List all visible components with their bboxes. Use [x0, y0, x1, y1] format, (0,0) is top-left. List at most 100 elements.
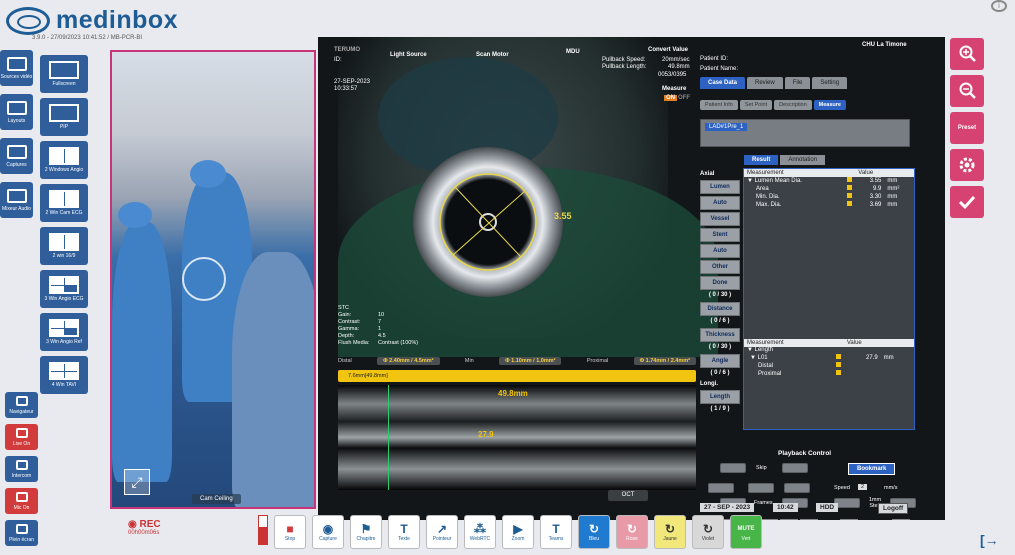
pullback-ruler[interactable]: 7.6mm[49.8mm]: [338, 370, 696, 382]
color-pink-button[interactable]: ↻ Rose: [616, 515, 648, 549]
angle-button[interactable]: Angle: [700, 354, 740, 368]
layout-2-win-cam-ecg[interactable]: 2 Win Cam ECG: [40, 184, 88, 222]
dual-view-icon[interactable]: ▭: [780, 519, 798, 520]
tab-annotation[interactable]: Annotation: [780, 155, 826, 165]
snapshot-camera-icon[interactable]: ◙: [840, 519, 858, 520]
layout-3-win-angio-ref[interactable]: 3 Win Angio Ref: [40, 313, 88, 351]
stent-button[interactable]: Stent: [700, 228, 740, 242]
tab-result[interactable]: Result: [744, 155, 779, 165]
proximal-label: Proximal: [586, 358, 609, 364]
measure-on-toggle[interactable]: ON: [664, 95, 677, 101]
subtab-measure[interactable]: Measure: [813, 100, 846, 110]
table-row[interactable]: Proximal: [744, 370, 914, 378]
table-row[interactable]: ▼ Lumen Mean Dia. 3.55 mm: [744, 177, 914, 185]
table-row[interactable]: ▼ Length: [744, 347, 914, 354]
subtab-description[interactable]: Description: [774, 100, 812, 110]
distance-button[interactable]: Distance: [700, 302, 740, 316]
logoff-button[interactable]: Logoff: [878, 503, 909, 514]
zoom-in-button[interactable]: [950, 38, 984, 70]
expand-icon[interactable]: ⤢: [124, 469, 150, 495]
subtab-set-point[interactable]: Set Point: [739, 100, 773, 110]
color-violet-button[interactable]: ↻ Violet: [692, 515, 724, 549]
thickness-button[interactable]: Thickness: [700, 328, 740, 342]
play-button[interactable]: [784, 483, 810, 493]
stop-button[interactable]: ■ Stop: [274, 515, 306, 549]
rewind-button[interactable]: [708, 483, 734, 493]
measure-off-toggle[interactable]: OFF: [678, 95, 690, 101]
version-text: 3.9.0 - 27/09/2023 10:41:52 / MB-PCR-BI: [32, 35, 143, 41]
view-3d-button[interactable]: 3D: [760, 519, 778, 520]
lumen-button[interactable]: Lumen: [700, 180, 740, 194]
gear-icon: [959, 157, 975, 173]
collapse-up-icon[interactable]: ⌃: [892, 519, 910, 520]
zoom-out-button[interactable]: [950, 75, 984, 107]
stc-panel: STC Gain: 10 Contrast: 7 Gamma: 1 Depth: 4.5…: [338, 305, 419, 346]
table-row[interactable]: Distal: [744, 362, 914, 370]
layout-fullscreen[interactable]: Fullscreen: [40, 55, 88, 93]
lumen-auto-button[interactable]: Auto: [700, 196, 740, 210]
mic-on-button[interactable]: Mic On: [5, 488, 38, 514]
intercom-button[interactable]: Intercom: [5, 456, 38, 482]
table-row[interactable]: Max. Dia. 3.69 mm: [744, 201, 914, 209]
table-row[interactable]: Min. Dia. 3.30 mm: [744, 193, 914, 201]
skip-forward-button[interactable]: [782, 463, 808, 473]
bookmark-button[interactable]: Bookmark: [848, 463, 896, 475]
settings-button[interactable]: [950, 149, 984, 181]
tab-case-data[interactable]: Case Data: [700, 77, 746, 89]
info-icon[interactable]: i: [991, 0, 1007, 12]
tab-file[interactable]: File: [784, 77, 811, 89]
capture-button[interactable]: ◉ Capture: [312, 515, 344, 549]
layout-4-win-tavi[interactable]: 4 Win TAVI: [40, 356, 88, 394]
layout-list: Fullscreen PIP 2 Windows Angio 2 Win Cam…: [40, 55, 90, 399]
tab-review[interactable]: Review: [747, 77, 783, 89]
captures-button[interactable]: Captures: [0, 138, 33, 174]
navigator-button[interactable]: Navigateur: [5, 392, 38, 418]
table-row[interactable]: ▼ L01 27.9 mm: [744, 354, 914, 362]
chapter-button[interactable]: ⚑ Chapitre: [350, 515, 382, 549]
layout-2-windows-angio[interactable]: 2 Windows Angio: [40, 141, 88, 179]
layout-2-win-16-9[interactable]: 2 win 16/9: [40, 227, 88, 265]
layouts-button[interactable]: Layouts: [0, 94, 33, 130]
length-button[interactable]: Length: [700, 390, 740, 404]
preset-button[interactable]: Preset: [950, 112, 984, 144]
speed-value[interactable]: 2: [858, 484, 868, 490]
live-on-button[interactable]: Live On: [5, 424, 38, 450]
teams-button[interactable]: T Teams: [540, 515, 572, 549]
zoom-button[interactable]: ▶ Zoom: [502, 515, 534, 549]
other-button[interactable]: Other: [700, 260, 740, 274]
frame-marker[interactable]: [388, 385, 389, 490]
pointer-button[interactable]: ↗ Pointeur: [426, 515, 458, 549]
ivus-cross-section[interactable]: [413, 147, 563, 297]
color-yellow-button[interactable]: ↻ Jaune: [654, 515, 686, 549]
table-row[interactable]: Area 9.9 mm²: [744, 185, 914, 193]
color-blue-button[interactable]: ↻ Bleu: [578, 515, 610, 549]
layout-3-win-angio-ecg[interactable]: 3 Win Angio ECG: [40, 270, 88, 308]
fullscreen-mode-button[interactable]: Plein écran: [5, 520, 38, 546]
subtab-patient-info[interactable]: Patient Info: [700, 100, 738, 110]
skip-back-button[interactable]: [720, 463, 746, 473]
frame-selector[interactable]: LAD#1Pre_1: [700, 119, 910, 147]
brand: medinbox: [6, 6, 178, 35]
axial-results-table: Measurement Value ▼ Lumen Mean Dia. 3.55 mm…: [744, 169, 914, 209]
frame-label[interactable]: LAD#1Pre_1: [705, 123, 748, 131]
audio-mixer-button[interactable]: Mixeur Audio: [0, 182, 33, 218]
webrtc-button[interactable]: ⁂ WebRTC: [464, 515, 496, 549]
mute-button[interactable]: MUTE Vert: [730, 515, 762, 549]
flag-icon: ⚑: [360, 522, 372, 536]
l-mode-image[interactable]: 49.8mm 27.9: [338, 385, 696, 490]
vessel-button[interactable]: Vessel: [700, 212, 740, 226]
tab-setting[interactable]: Setting: [812, 77, 848, 89]
pause-button[interactable]: [748, 483, 774, 493]
confirm-button[interactable]: [950, 186, 984, 218]
stent-auto-button[interactable]: Auto: [700, 244, 740, 258]
layout-pip-icon: [49, 104, 79, 122]
layout-pip[interactable]: PIP: [40, 98, 88, 136]
oct-button[interactable]: OCT: [608, 490, 648, 501]
text-button[interactable]: T Texte: [388, 515, 420, 549]
list-view-icon[interactable]: ≡: [800, 519, 818, 520]
scan-motor-label: Scan Motor: [476, 52, 509, 58]
sources-video-button[interactable]: Sources vidéo: [0, 50, 33, 86]
camera-video-feed[interactable]: ⤢ Cam Ceiling: [110, 50, 316, 509]
done-button[interactable]: Done: [700, 276, 740, 290]
exit-icon[interactable]: [→: [980, 532, 999, 548]
